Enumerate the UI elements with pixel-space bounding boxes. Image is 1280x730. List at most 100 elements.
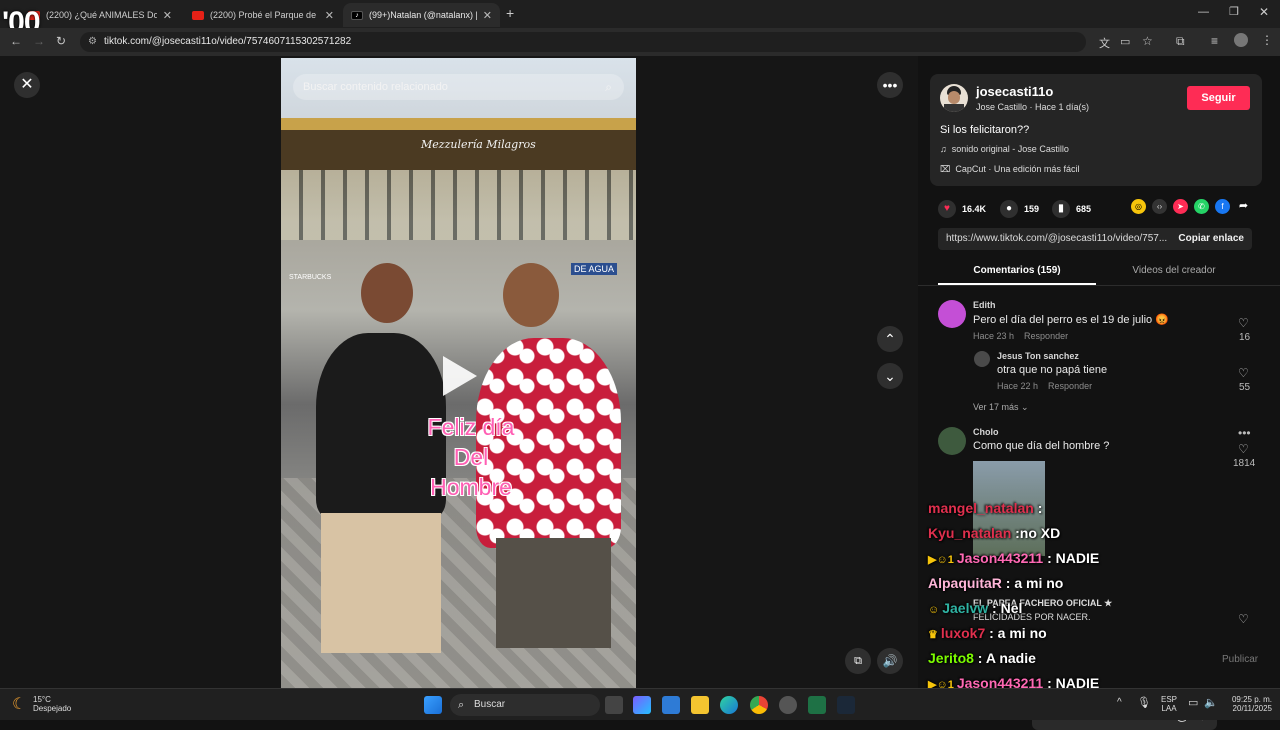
video-player[interactable]: Mezzulería Milagros DE AGUA STARBUCKS Bu… bbox=[281, 58, 636, 688]
close-window-icon[interactable]: ✕ bbox=[1259, 5, 1269, 19]
edge-icon[interactable] bbox=[720, 696, 738, 714]
avatar[interactable] bbox=[938, 300, 966, 328]
reply-button[interactable]: Responder bbox=[1048, 381, 1092, 391]
like-stat[interactable]: ♥ 16.4K bbox=[938, 200, 986, 218]
view-more-replies[interactable]: Ver 17 más ⌄ bbox=[973, 402, 1029, 413]
restore-icon[interactable]: ❐ bbox=[1229, 5, 1239, 18]
more-options-button[interactable]: ••• bbox=[877, 72, 903, 98]
video-link-box: https://www.tiktok.com/@josecasti11o/vid… bbox=[938, 228, 1252, 250]
more-icon[interactable]: ••• bbox=[1238, 426, 1251, 440]
language-indicator[interactable]: ESP LAA bbox=[1161, 695, 1177, 713]
comment-like-icon[interactable]: ♡ bbox=[1238, 442, 1249, 456]
comment-author[interactable]: Jesus Ton sanchez bbox=[997, 351, 1107, 361]
comment-meta: Hace 23 h Responder bbox=[973, 331, 1169, 341]
store-icon[interactable] bbox=[662, 696, 680, 714]
steam-icon[interactable] bbox=[837, 696, 855, 714]
close-icon[interactable]: ✕ bbox=[163, 9, 172, 22]
send-icon[interactable]: ➤ bbox=[1173, 199, 1188, 214]
taskbar-search[interactable]: ⌕ Buscar bbox=[450, 694, 600, 716]
previous-video-button[interactable]: ⌃ bbox=[877, 326, 903, 352]
url-field[interactable]: ⚙ tiktok.com/@josecasti11o/video/7574607… bbox=[80, 32, 1086, 52]
comment-author[interactable]: Cholo bbox=[973, 427, 1109, 437]
heart-icon[interactable]: ♥ bbox=[938, 200, 956, 218]
cast-icon[interactable]: ▭ bbox=[1120, 35, 1130, 48]
save-stat[interactable]: ▮ 685 bbox=[1052, 200, 1091, 218]
chat-message: AlpaquitaR : a mi no bbox=[928, 575, 1063, 591]
avatar[interactable] bbox=[974, 351, 990, 367]
comment-like-icon[interactable]: ♡ bbox=[1238, 366, 1249, 380]
forward-icon[interactable]: → bbox=[33, 34, 45, 48]
capcut-row[interactable]: ⌧ CapCut · Una edición más fácil bbox=[940, 164, 1079, 175]
close-icon[interactable]: ✕ bbox=[325, 9, 334, 22]
minimize-icon[interactable]: — bbox=[1198, 6, 1209, 18]
whatsapp-icon[interactable]: ✆ bbox=[1194, 199, 1209, 214]
tab-2[interactable]: (2200) Probé el Parque de Disney ✕ bbox=[184, 3, 342, 27]
store-sign: Mezzulería Milagros bbox=[421, 138, 536, 151]
comment-time: Hace 22 h bbox=[997, 381, 1039, 391]
next-video-button[interactable]: ⌄ bbox=[877, 363, 903, 389]
app-icon[interactable] bbox=[779, 696, 797, 714]
microphone-icon[interactable]: 🎙 bbox=[1137, 696, 1151, 709]
pip-icon[interactable]: ⧉ bbox=[845, 648, 871, 674]
menu-icon[interactable]: ⋮ bbox=[1261, 33, 1273, 47]
publish-button[interactable]: Publicar bbox=[1222, 654, 1258, 665]
comment-stat[interactable]: ● 159 bbox=[1000, 200, 1039, 218]
network-icon[interactable]: ▭ bbox=[1188, 696, 1198, 709]
avatar[interactable] bbox=[940, 84, 968, 112]
close-video-button[interactable]: ✕ bbox=[14, 72, 40, 98]
comment-icon[interactable]: ● bbox=[1000, 200, 1018, 218]
reply-button[interactable]: Responder bbox=[1024, 331, 1068, 341]
close-icon[interactable]: ✕ bbox=[483, 9, 492, 22]
comment-author[interactable]: Edith bbox=[973, 300, 1169, 310]
new-tab-button[interactable]: + bbox=[506, 5, 514, 21]
author-username[interactable]: josecasti11o bbox=[976, 84, 1053, 99]
extensions-icon[interactable]: ⧉ bbox=[1176, 34, 1185, 49]
weather-icon[interactable]: ☾ bbox=[12, 694, 26, 714]
facebook-icon[interactable]: f bbox=[1215, 199, 1230, 214]
bookmark-icon[interactable]: ▮ bbox=[1052, 200, 1070, 218]
embed-icon[interactable]: ‹› bbox=[1152, 199, 1167, 214]
play-icon[interactable] bbox=[443, 356, 477, 396]
copy-link-button[interactable]: Copiar enlace bbox=[1178, 228, 1244, 250]
tab-comments[interactable]: Comentarios (159) bbox=[938, 259, 1096, 285]
volume-icon[interactable]: 🔊 bbox=[877, 648, 903, 674]
back-icon[interactable]: ← bbox=[10, 34, 22, 48]
excel-icon[interactable] bbox=[808, 696, 826, 714]
bookmark-star-icon[interactable]: ☆ bbox=[1142, 34, 1153, 48]
sound-row[interactable]: ♫ sonido original - Jose Castillo bbox=[940, 144, 1069, 154]
chevron-up-icon[interactable]: ^ bbox=[1117, 697, 1122, 708]
task-view-icon[interactable] bbox=[605, 696, 623, 714]
related-search-placeholder: Buscar contenido relacionado bbox=[303, 81, 448, 93]
tab-1[interactable]: (2200) ¿Qué ANIMALES Domina ✕ bbox=[20, 3, 180, 27]
tab-3[interactable]: ♪ (99+)Natalan (@natalanx) | TikTok ✕ bbox=[343, 3, 500, 27]
clock[interactable]: 09:25 p. m. 20/11/2025 bbox=[1222, 695, 1272, 713]
profile-avatar[interactable] bbox=[1234, 33, 1248, 47]
avatar[interactable] bbox=[938, 427, 966, 455]
related-search-input[interactable]: Buscar contenido relacionado ⌕ bbox=[293, 74, 624, 100]
person-1-shorts bbox=[321, 513, 441, 653]
chat-message: ▶☺1 Jason443211 : NADIE bbox=[928, 550, 1099, 566]
media-icon[interactable]: ≡ bbox=[1211, 34, 1218, 48]
tab-creator-videos[interactable]: Videos del creador bbox=[1096, 259, 1252, 285]
share-arrow-icon[interactable]: ➦ bbox=[1236, 199, 1251, 214]
speaker-icon[interactable]: 🔈 bbox=[1204, 696, 1218, 709]
copilot-icon[interactable] bbox=[633, 696, 651, 714]
comment: Edith Pero el día del perro es el 19 de … bbox=[973, 300, 1169, 341]
author-subline: Jose Castillo · Hace 1 día(s) bbox=[976, 102, 1090, 112]
comment-like-icon[interactable]: ♡ bbox=[1238, 316, 1249, 330]
share-coin-icon[interactable]: ◎ bbox=[1131, 199, 1146, 214]
comment-like-icon[interactable]: ♡ bbox=[1238, 612, 1249, 626]
chrome-icon[interactable] bbox=[750, 696, 768, 714]
building-band bbox=[281, 118, 636, 130]
search-icon[interactable]: ⌕ bbox=[605, 74, 612, 100]
windows-start-icon[interactable] bbox=[424, 696, 442, 714]
sound-label: sonido original - Jose Castillo bbox=[951, 144, 1069, 154]
reply-comment: Jesus Ton sanchez otra que no papá tiene… bbox=[997, 351, 1107, 391]
translate-icon[interactable]: 文 bbox=[1099, 35, 1110, 51]
file-explorer-icon[interactable] bbox=[691, 696, 709, 714]
reload-icon[interactable]: ↻ bbox=[56, 34, 66, 48]
chat-badge-icon: ▶☺1 bbox=[928, 554, 954, 566]
site-info-icon[interactable]: ⚙ bbox=[88, 32, 97, 52]
weather-widget[interactable]: 15°C Despejado bbox=[33, 695, 71, 713]
follow-button[interactable]: Seguir bbox=[1187, 86, 1250, 110]
